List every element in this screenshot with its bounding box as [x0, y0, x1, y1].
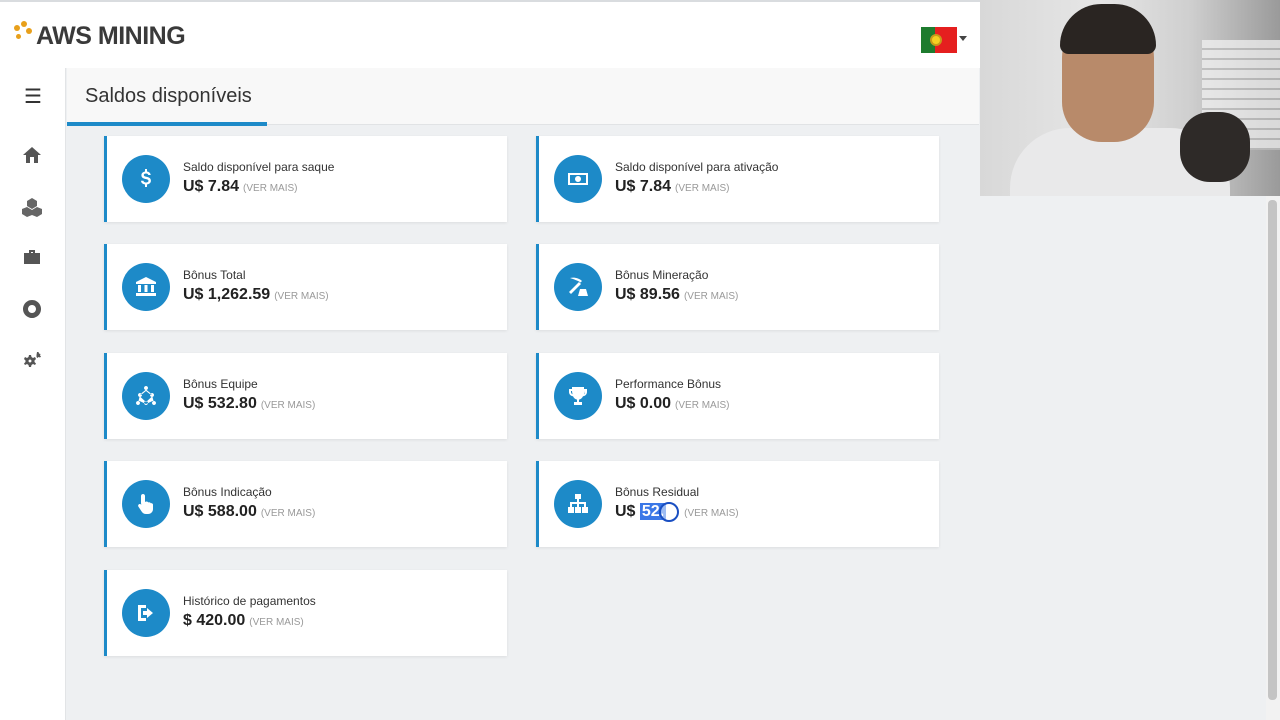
see-more-link[interactable]: (VER MAIS) [675, 400, 729, 411]
lifebuoy-icon[interactable] [17, 294, 47, 324]
network-icon [122, 372, 170, 420]
active-tab-indicator [67, 122, 267, 126]
payment-history-card[interactable]: Histórico de pagamentos $ 420.00 (VER MAI… [104, 570, 507, 656]
card-value: U$ 1,262.59 [183, 286, 271, 303]
card-title: Bônus Indicação [183, 485, 272, 499]
card-value-row: U$ 7.84 (VER MAIS) [183, 178, 298, 196]
card-value: U$ 588.00 [183, 503, 257, 520]
page-title: Saldos disponíveis [85, 85, 252, 107]
bonus-card-residual[interactable]: Bônus Residual U$ 52. (VER MAIS) [536, 461, 939, 547]
card-value: U$ 7.84 [183, 178, 240, 195]
card-value-row: U$ 532.80 (VER MAIS) [183, 395, 315, 413]
briefcase-icon[interactable] [17, 242, 47, 272]
bonus-card-performance[interactable]: Performance Bônus U$ 0.00 (VER MAIS) [536, 353, 939, 439]
portugal-flag-icon[interactable] [921, 27, 957, 53]
card-title: Bônus Equipe [183, 377, 258, 391]
logo-dots-icon [12, 21, 34, 51]
card-value-prefix: U$ [615, 503, 636, 520]
scrollbar-thumb[interactable] [1268, 200, 1277, 700]
see-more-link[interactable]: (VER MAIS) [684, 508, 738, 519]
sign-out-icon [122, 589, 170, 637]
see-more-link[interactable]: (VER MAIS) [249, 617, 303, 628]
pointer-hand-icon [122, 480, 170, 528]
card-value-row: U$ 7.84 (VER MAIS) [615, 178, 730, 196]
card-value-row: U$ 0.00 (VER MAIS) [615, 395, 730, 413]
see-more-link[interactable]: (VER MAIS) [675, 183, 729, 194]
brand-name: AWS MINING [36, 21, 186, 50]
card-title: Bônus Mineração [615, 268, 709, 282]
card-value: U$ 89.56 [615, 286, 680, 303]
pickaxe-icon [554, 263, 602, 311]
home-icon[interactable] [17, 140, 47, 170]
card-value-row: U$ 89.56 (VER MAIS) [615, 286, 738, 304]
page-header: Saldos disponíveis [67, 68, 979, 126]
see-more-link[interactable]: (VER MAIS) [274, 291, 328, 302]
balance-card-withdraw[interactable]: Saldo disponível para saque U$ 7.84 (VER … [104, 136, 507, 222]
bonus-card-team[interactable]: Bônus Equipe U$ 532.80 (VER MAIS) [104, 353, 507, 439]
card-value-row: U$ 1,262.59 (VER MAIS) [183, 286, 329, 304]
card-value-row: U$ 588.00 (VER MAIS) [183, 503, 315, 521]
see-more-link[interactable]: (VER MAIS) [684, 291, 738, 302]
see-more-link[interactable]: (VER MAIS) [261, 400, 315, 411]
money-bill-icon [554, 155, 602, 203]
balance-card-activation[interactable]: Saldo disponível para ativação U$ 7.84 (V… [536, 136, 939, 222]
card-title: Saldo disponível para saque [183, 160, 335, 174]
bonus-card-referral[interactable]: Bônus Indicação U$ 588.00 (VER MAIS) [104, 461, 507, 547]
card-title: Histórico de pagamentos [183, 594, 316, 608]
card-value-row: $ 420.00 (VER MAIS) [183, 612, 304, 630]
bonus-card-mining[interactable]: Bônus Mineração U$ 89.56 (VER MAIS) [536, 244, 939, 330]
card-title: Saldo disponível para ativação [615, 160, 779, 174]
cubes-icon[interactable] [17, 192, 47, 222]
card-value: U$ 0.00 [615, 395, 672, 412]
dollar-icon [122, 155, 170, 203]
bonus-card-total[interactable]: Bônus Total U$ 1,262.59 (VER MAIS) [104, 244, 507, 330]
card-value: $ 420.00 [183, 612, 246, 629]
card-title: Bônus Residual [615, 485, 700, 499]
menu-toggle-icon[interactable]: ☰ [0, 68, 66, 124]
trophy-icon [554, 372, 602, 420]
sidebar: ☰ [0, 68, 66, 720]
see-more-link[interactable]: (VER MAIS) [261, 508, 315, 519]
page-scrollbar[interactable] [1266, 196, 1280, 720]
card-value: U$ 532.80 [183, 395, 257, 412]
card-value: U$ 7.84 [615, 178, 672, 195]
chevron-down-icon[interactable] [959, 36, 967, 41]
webcam-overlay [980, 0, 1280, 196]
card-title: Bônus Total [183, 268, 246, 282]
card-title: Performance Bônus [615, 377, 722, 391]
gears-icon[interactable] [17, 346, 47, 376]
bank-icon [122, 263, 170, 311]
brand-logo[interactable]: AWS MINING [12, 18, 186, 54]
see-more-link[interactable]: (VER MAIS) [243, 183, 297, 194]
sitemap-icon [554, 480, 602, 528]
mouse-cursor-icon [659, 502, 679, 522]
